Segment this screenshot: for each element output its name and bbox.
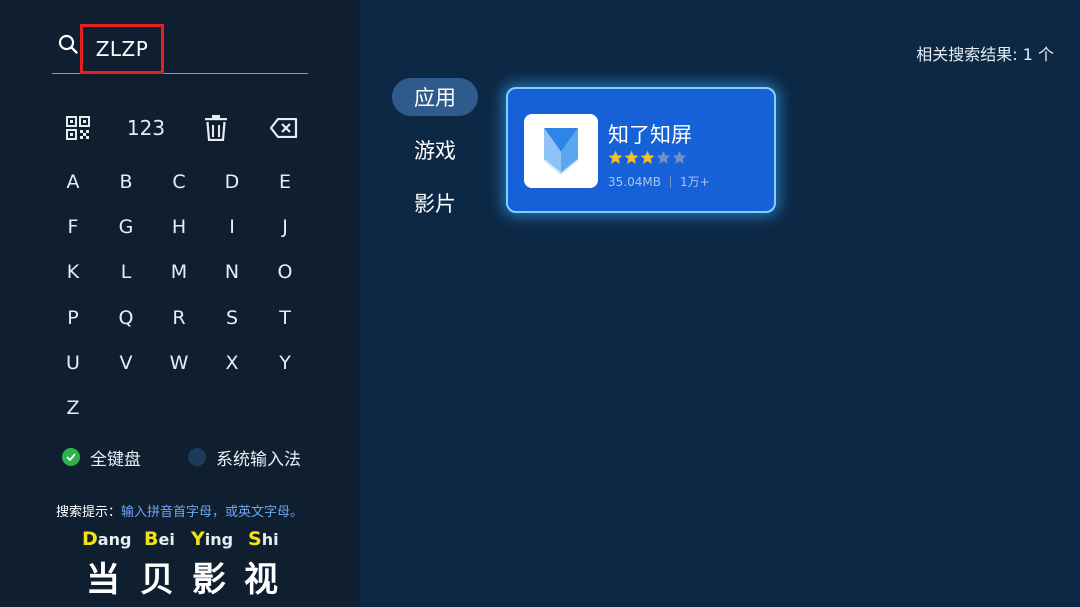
key-x[interactable]: X bbox=[205, 343, 259, 383]
star-icon bbox=[672, 150, 687, 164]
brand-char: 影 bbox=[192, 560, 226, 600]
key-f[interactable]: F bbox=[46, 207, 100, 247]
check-icon bbox=[62, 448, 80, 466]
mode-full-keyboard[interactable]: 全键盘 bbox=[62, 442, 141, 472]
radio-icon bbox=[188, 448, 206, 466]
key-s[interactable]: S bbox=[205, 298, 259, 338]
key-p[interactable]: P bbox=[46, 298, 100, 338]
brand-pinyin: Bei bbox=[144, 528, 175, 550]
brand-char: 视 bbox=[244, 560, 278, 600]
key-t[interactable]: T bbox=[258, 298, 312, 338]
search-bar: ZLZP bbox=[52, 24, 308, 74]
app-size: 35.04MB bbox=[608, 174, 661, 189]
clear-button[interactable] bbox=[198, 110, 234, 146]
search-hint-text: 输入拼音首字母，或英文字母。 bbox=[121, 505, 304, 520]
backspace-button[interactable] bbox=[266, 110, 302, 146]
mode-system-ime[interactable]: 系统输入法 bbox=[188, 442, 301, 472]
key-a[interactable]: A bbox=[46, 162, 100, 202]
star-icon bbox=[656, 150, 671, 164]
key-u[interactable]: U bbox=[46, 343, 100, 383]
tab-movies[interactable]: 影片 bbox=[392, 184, 478, 222]
input-mode-selector: 全键盘 系统输入法 bbox=[62, 442, 352, 472]
tab-games[interactable]: 游戏 bbox=[392, 131, 478, 169]
result-count: 相关搜索结果: 1 个 bbox=[916, 45, 1054, 64]
keyboard-toolbar: 123 bbox=[0, 110, 360, 146]
keyboard-panel: ZLZP 123 A B C D E F G H I J K L M N O P… bbox=[0, 0, 360, 607]
qr-code-button[interactable] bbox=[60, 110, 96, 146]
key-n[interactable]: N bbox=[205, 252, 259, 292]
tab-apps[interactable]: 应用 bbox=[392, 78, 478, 116]
search-hint: 搜索提示：输入拼音首字母，或英文字母。 bbox=[56, 501, 303, 520]
mode-label: 全键盘 bbox=[90, 449, 141, 470]
key-h[interactable]: H bbox=[152, 207, 206, 247]
app-name: 知了知屏 bbox=[608, 123, 692, 147]
key-o[interactable]: O bbox=[258, 252, 312, 292]
app-meta: 35.04MB 1万+ bbox=[608, 173, 710, 190]
key-e[interactable]: E bbox=[258, 162, 312, 202]
brand-logo: Dang Bei Ying Shi 当 贝 影 视 bbox=[82, 528, 292, 600]
brand-pinyin: Ying bbox=[191, 528, 234, 550]
key-r[interactable]: R bbox=[152, 298, 206, 338]
numeric-keyboard-button[interactable]: 123 bbox=[122, 110, 170, 146]
qr-code-icon bbox=[66, 116, 90, 140]
app-result-card[interactable]: 知了知屏 35.04MB 1万+ bbox=[506, 87, 776, 213]
key-v[interactable]: V bbox=[99, 343, 153, 383]
key-g[interactable]: G bbox=[99, 207, 153, 247]
app-downloads: 1万+ bbox=[679, 175, 710, 189]
key-k[interactable]: K bbox=[46, 252, 100, 292]
search-input[interactable]: ZLZP bbox=[80, 24, 164, 74]
brand-pinyin: Dang bbox=[82, 528, 132, 550]
key-q[interactable]: Q bbox=[99, 298, 153, 338]
key-l[interactable]: L bbox=[99, 252, 153, 292]
app-icon bbox=[524, 114, 598, 188]
brand-pinyin: Shi bbox=[248, 528, 279, 550]
key-m[interactable]: M bbox=[152, 252, 206, 292]
key-i[interactable]: I bbox=[205, 207, 259, 247]
key-j[interactable]: J bbox=[258, 207, 312, 247]
search-icon bbox=[58, 34, 78, 54]
key-b[interactable]: B bbox=[99, 162, 153, 202]
search-hint-label: 搜索提示： bbox=[56, 505, 122, 520]
star-icon bbox=[624, 150, 639, 164]
app-rating bbox=[608, 150, 687, 165]
key-c[interactable]: C bbox=[152, 162, 206, 202]
mode-label: 系统输入法 bbox=[216, 449, 301, 470]
divider bbox=[669, 175, 671, 188]
star-icon bbox=[608, 150, 623, 164]
backspace-icon bbox=[270, 118, 298, 138]
star-icon bbox=[640, 150, 655, 164]
brand-char: 当 bbox=[86, 560, 120, 600]
key-w[interactable]: W bbox=[152, 343, 206, 383]
trash-icon bbox=[205, 115, 227, 141]
key-d[interactable]: D bbox=[205, 162, 259, 202]
brand-char: 贝 bbox=[140, 560, 174, 600]
key-y[interactable]: Y bbox=[258, 343, 312, 383]
key-z[interactable]: Z bbox=[46, 388, 100, 428]
